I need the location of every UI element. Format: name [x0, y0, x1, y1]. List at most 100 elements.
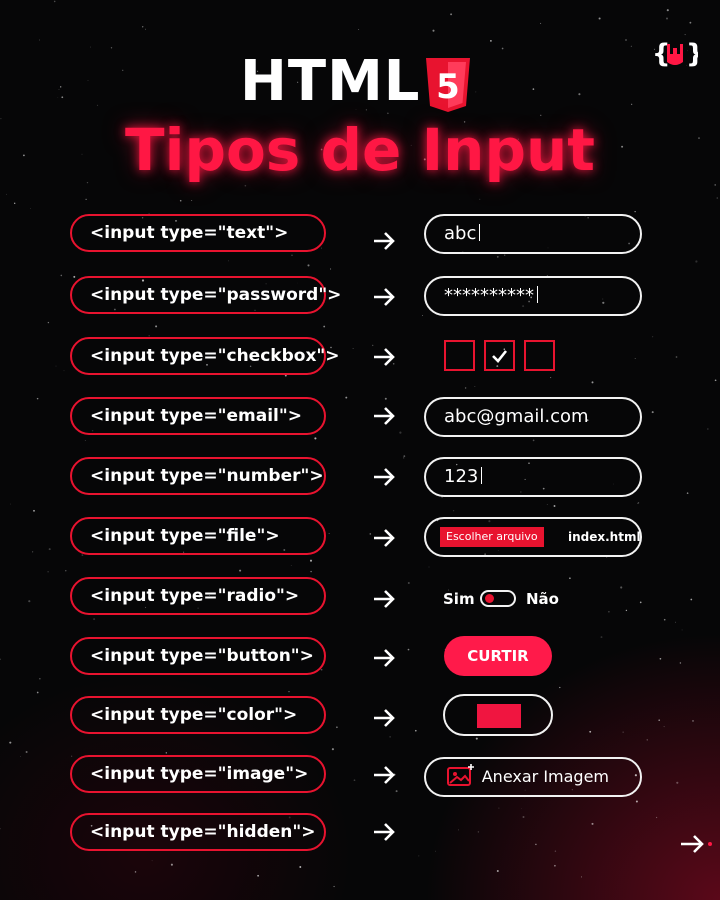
- star: [81, 554, 84, 556]
- star: [314, 437, 317, 440]
- star: [165, 752, 167, 754]
- star: [228, 260, 229, 262]
- star: [684, 34, 686, 36]
- star: [28, 600, 31, 603]
- number-input-example[interactable]: 123: [424, 457, 642, 497]
- star: [36, 397, 39, 400]
- star: [239, 569, 242, 572]
- star: [532, 88, 535, 90]
- password-input-value: **********: [444, 285, 534, 306]
- email-input-value: abc@gmail.com: [444, 406, 589, 427]
- star: [450, 13, 453, 16]
- star: [309, 559, 313, 562]
- star: [659, 657, 662, 660]
- text-input-example[interactable]: abc: [424, 214, 642, 254]
- star: [60, 86, 62, 88]
- star: [638, 502, 640, 504]
- star: [144, 28, 146, 30]
- star: [61, 96, 64, 99]
- star: [663, 618, 666, 621]
- star: [288, 691, 290, 693]
- star: [625, 39, 627, 41]
- star: [646, 739, 648, 741]
- code-label-hidden: <input type="hidden">: [70, 813, 326, 851]
- star: [244, 184, 247, 187]
- star: [522, 816, 525, 818]
- star: [625, 609, 628, 612]
- star: [93, 618, 96, 621]
- star: [550, 377, 552, 379]
- star: [320, 247, 322, 249]
- star: [578, 93, 581, 96]
- star: [676, 781, 679, 784]
- star: [122, 69, 124, 71]
- password-input-example[interactable]: **********: [424, 276, 642, 316]
- star: [418, 855, 420, 857]
- page-title: HTML: [240, 49, 421, 114]
- checkbox-unchecked[interactable]: [524, 340, 555, 371]
- star: [569, 577, 571, 580]
- star: [714, 379, 717, 382]
- star: [651, 411, 654, 414]
- star: [475, 737, 478, 740]
- star: [496, 869, 499, 873]
- page-subtitle: Tipos de Input: [125, 116, 595, 184]
- star: [25, 751, 28, 753]
- star: [395, 790, 398, 793]
- image-add-icon: [447, 764, 474, 786]
- star: [407, 581, 410, 585]
- arrow-right-icon: [374, 288, 395, 306]
- star: [496, 256, 499, 258]
- star: [477, 831, 480, 833]
- star: [85, 198, 87, 200]
- next-slide-arrow-icon[interactable]: [680, 832, 714, 856]
- star: [656, 816, 658, 819]
- star: [689, 21, 692, 24]
- star: [464, 387, 467, 389]
- radio-toggle[interactable]: [480, 590, 516, 607]
- arrow-right-icon: [374, 348, 395, 366]
- star: [435, 850, 437, 852]
- star: [63, 370, 65, 372]
- number-input-value: 123: [444, 466, 479, 487]
- star: [353, 779, 356, 782]
- star: [504, 254, 506, 256]
- star: [581, 876, 582, 878]
- checkbox-unchecked[interactable]: [444, 340, 475, 371]
- arrow-right-icon: [374, 468, 395, 486]
- star: [630, 45, 632, 47]
- star: [663, 726, 665, 728]
- html5-shield-icon: 5: [426, 58, 470, 112]
- checkbox-checked[interactable]: [484, 340, 515, 371]
- email-input-example[interactable]: abc@gmail.com: [424, 397, 642, 437]
- rock-hand-braces-icon: { }: [652, 39, 698, 69]
- star: [403, 455, 406, 458]
- attach-image-label: Anexar Imagem: [481, 767, 610, 786]
- star: [71, 755, 73, 757]
- color-input-example[interactable]: [443, 694, 553, 736]
- color-swatch: [477, 704, 521, 728]
- star: [658, 719, 661, 722]
- star: [675, 356, 678, 358]
- radio-selected-dot: [485, 594, 494, 603]
- arrow-right-icon: [374, 823, 395, 841]
- attach-image-button[interactable]: Anexar Imagem: [424, 757, 642, 797]
- star: [48, 548, 51, 551]
- star: [142, 26, 144, 28]
- curtir-button[interactable]: CURTIR: [444, 636, 552, 676]
- radio-label-sim[interactable]: Sim: [443, 588, 475, 610]
- star: [540, 22, 542, 24]
- star: [716, 197, 719, 199]
- star: [415, 729, 417, 732]
- choose-file-button[interactable]: Escolher arquivo: [440, 527, 544, 547]
- radio-label-nao[interactable]: Não: [526, 588, 559, 610]
- star: [474, 385, 476, 387]
- star: [452, 510, 455, 512]
- code-label-button: <input type="button">: [70, 637, 326, 675]
- star: [87, 79, 89, 81]
- text-cursor: [537, 286, 538, 303]
- star: [501, 47, 504, 50]
- code-label-radio: <input type="radio">: [70, 577, 326, 615]
- star: [320, 668, 323, 671]
- star: [352, 347, 354, 349]
